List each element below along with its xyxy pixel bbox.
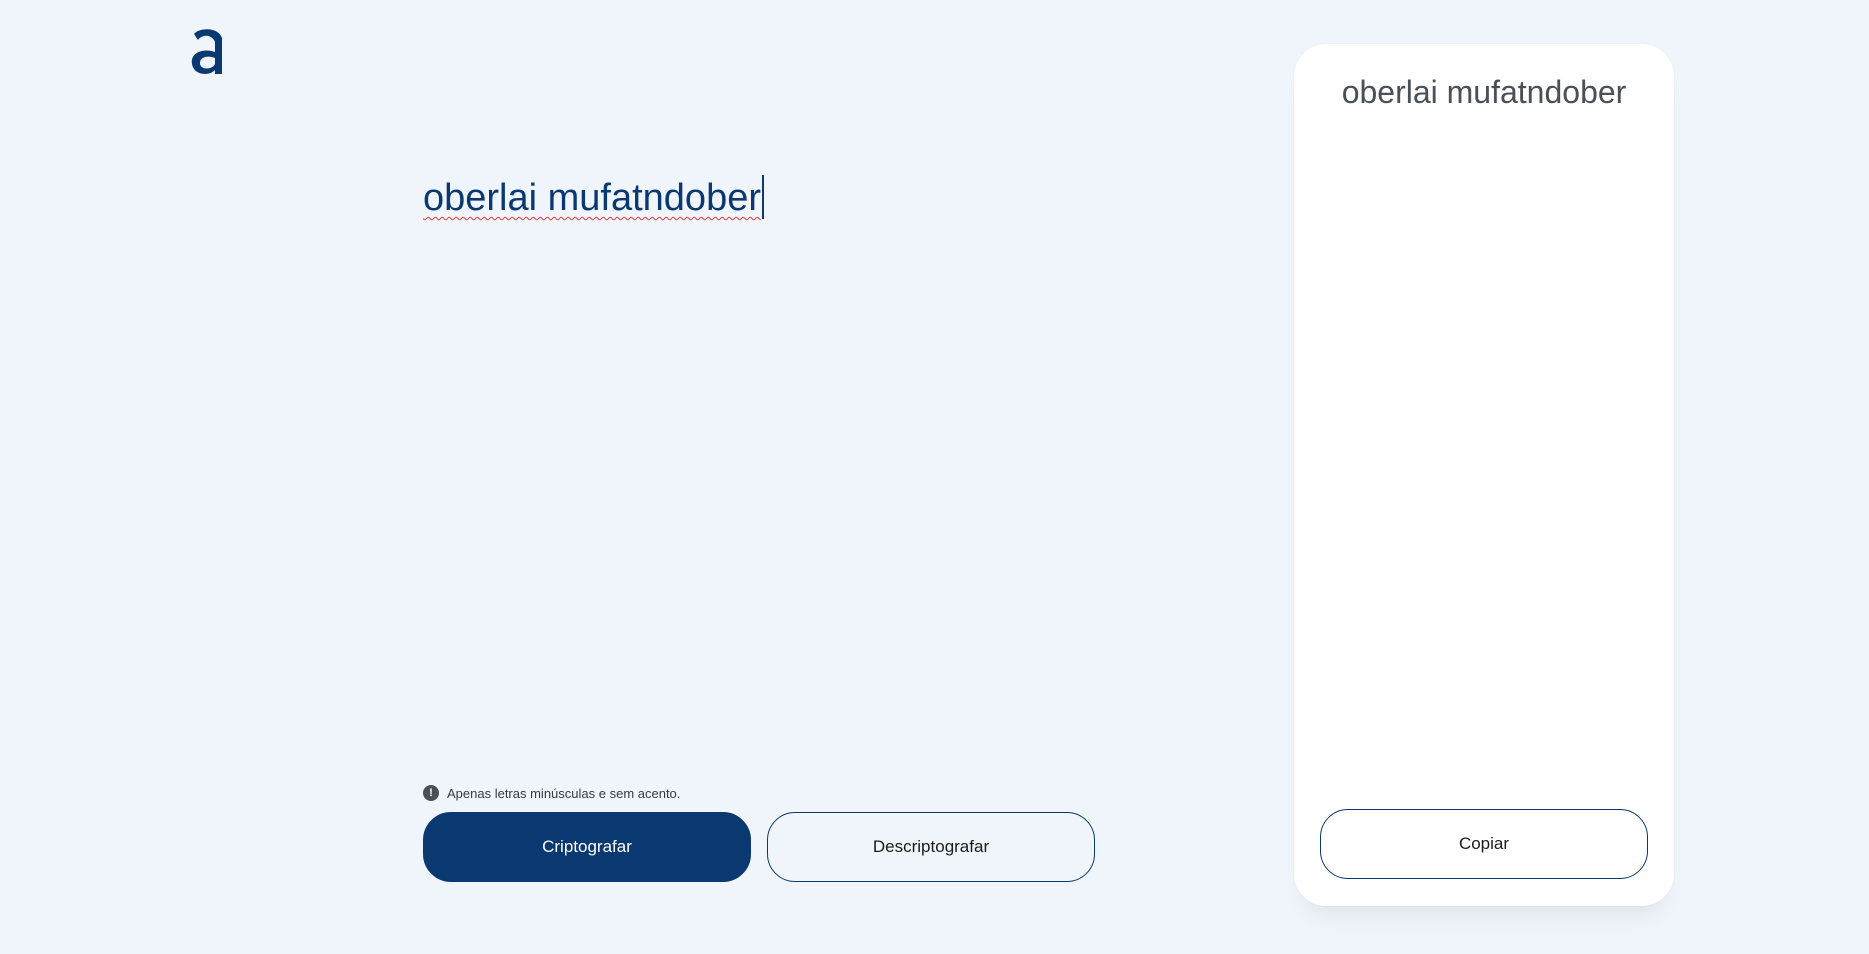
copy-button[interactable]: Copiar <box>1320 809 1648 879</box>
encrypt-button-label: Criptografar <box>542 837 632 856</box>
decrypt-button-label: Descriptografar <box>872 837 990 856</box>
input-hint: ! Apenas letras minúsculas e sem acento. <box>423 784 680 802</box>
text-caret <box>762 174 764 219</box>
decrypt-button[interactable]: Descriptografar <box>767 812 1095 882</box>
logo-icon[interactable] <box>190 26 226 78</box>
textarea-value: oberlai mufatndober <box>423 177 761 219</box>
hint-text: Apenas letras minúsculas e sem acento. <box>447 785 681 801</box>
message-textarea[interactable]: oberlai mufatndober <box>423 170 1123 230</box>
exclamation-circle-icon: ! <box>423 785 439 801</box>
output-panel: oberlai mufatndober Copiar <box>1294 44 1674 906</box>
encrypt-button[interactable]: Criptografar <box>423 812 751 882</box>
output-text: oberlai mufatndober <box>1341 74 1627 110</box>
copy-button-label: Copiar <box>1458 834 1510 853</box>
